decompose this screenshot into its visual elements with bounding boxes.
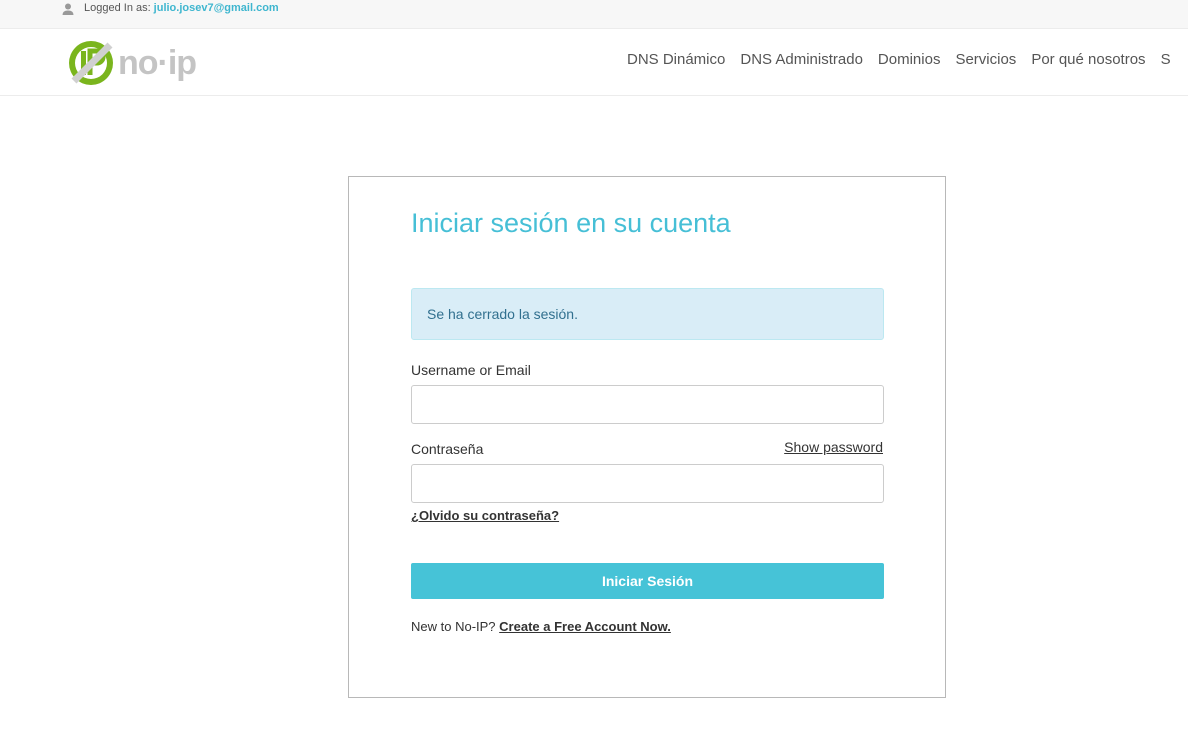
login-card: Iniciar sesión en su cuenta Se ha cerrad… — [348, 176, 946, 698]
create-account-link[interactable]: Create a Free Account Now. — [499, 619, 671, 634]
logout-alert: Se ha cerrado la sesión. — [411, 288, 884, 340]
forgot-password-link[interactable]: ¿Olvido su contraseña? — [411, 508, 559, 523]
nav-por-que-nosotros[interactable]: Por qué nosotros — [1031, 51, 1145, 69]
top-bar: Logged In as: julio.josev7@gmail.com — [0, 0, 1188, 29]
show-password-link[interactable]: Show password — [784, 439, 883, 455]
page-title: Iniciar sesión en su cuenta — [411, 208, 731, 238]
user-icon — [62, 3, 74, 15]
logo-text: no·ip — [118, 44, 196, 82]
main-nav: DNS Dinámico DNS Administrado Dominios Serv… — [627, 51, 1186, 69]
username-label: Username or Email — [411, 362, 531, 378]
signup-prefix: New to No-IP? — [411, 619, 496, 634]
nav-servicios[interactable]: Servicios — [955, 51, 1016, 69]
password-input[interactable] — [411, 464, 884, 503]
nav-dns-administrado[interactable]: DNS Administrado — [740, 51, 863, 69]
site-header: no·ip DNS Dinámico DNS Administrado Domini… — [0, 29, 1188, 96]
logged-in-label: Logged In as: — [84, 2, 151, 14]
nav-dominios[interactable]: Dominios — [878, 51, 941, 69]
password-label: Contraseña — [411, 441, 484, 457]
noip-logo[interactable]: no·ip — [66, 37, 216, 89]
logged-in-text: Logged In as: julio.josev7@gmail.com — [84, 2, 279, 15]
login-button[interactable]: Iniciar Sesión — [411, 563, 884, 599]
username-input[interactable] — [411, 385, 884, 424]
nav-dns-dinamico[interactable]: DNS Dinámico — [627, 51, 725, 69]
nav-truncated-item[interactable]: S — [1161, 51, 1171, 69]
signup-prompt: New to No-IP? Create a Free Account Now. — [411, 619, 671, 634]
account-email-link[interactable]: julio.josev7@gmail.com — [154, 2, 279, 14]
